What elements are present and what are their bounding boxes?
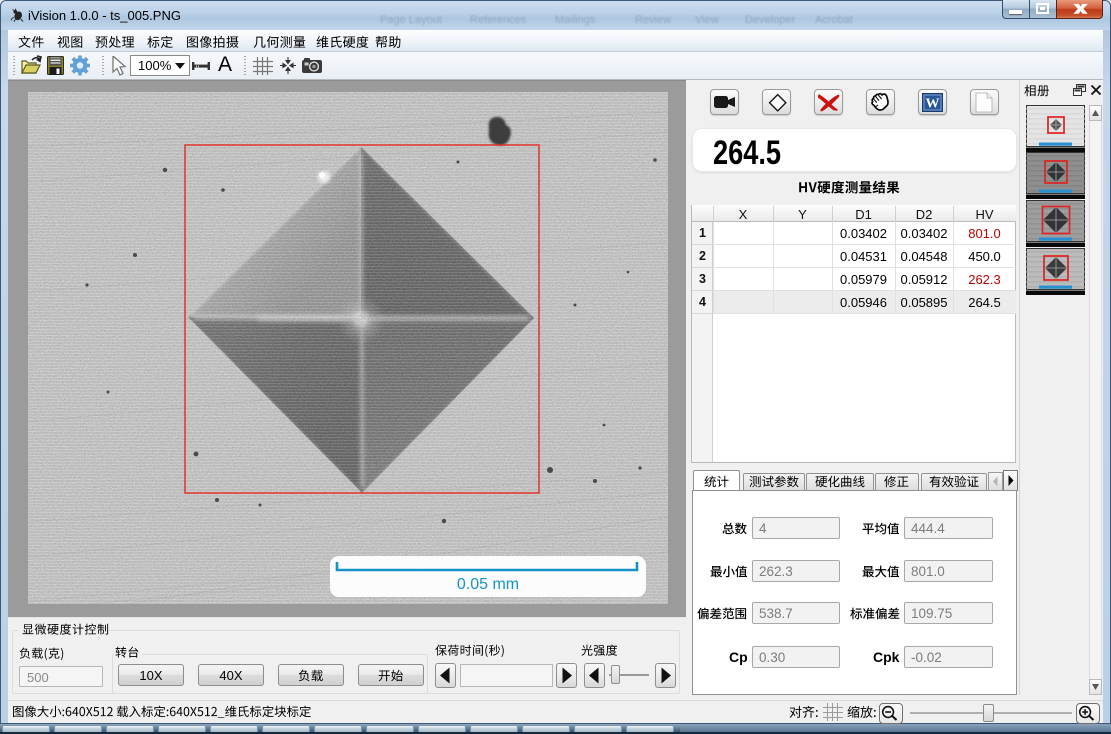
svg-text:0.05 mm: 0.05 mm <box>457 576 519 593</box>
svg-text:264.5: 264.5 <box>713 133 781 171</box>
svg-text:W: W <box>926 97 940 112</box>
